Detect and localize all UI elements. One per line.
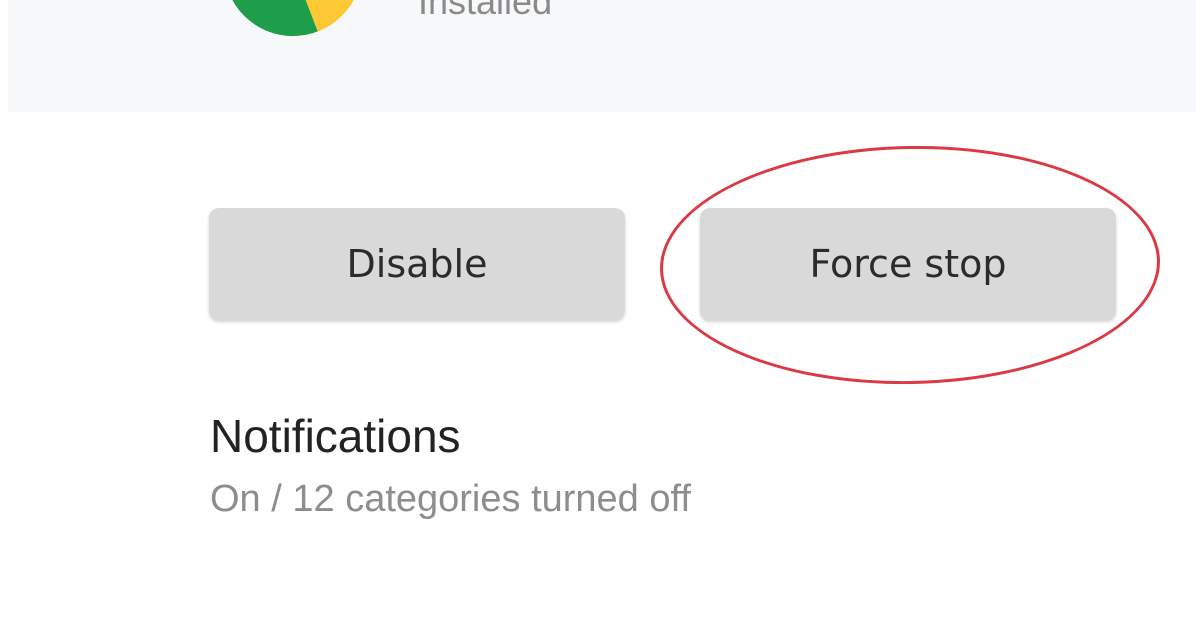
notifications-setting[interactable]: Notifications On / 12 categories turned … <box>210 406 1110 524</box>
install-status: Installed <box>418 0 553 22</box>
notifications-title: Notifications <box>210 410 461 462</box>
app-header: Installed <box>8 0 1196 112</box>
notifications-summary: On / 12 categories turned off <box>210 478 691 520</box>
chrome-app-icon <box>224 0 362 36</box>
app-info-screen: Installed Disable Force stop Notificatio… <box>0 0 1196 628</box>
disable-button[interactable]: Disable <box>209 208 625 320</box>
force-stop-button[interactable]: Force stop <box>700 208 1116 320</box>
